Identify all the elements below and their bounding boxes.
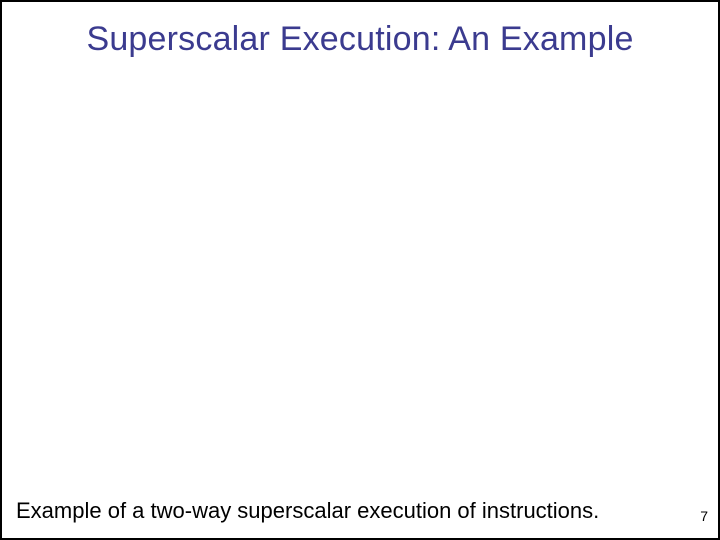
slide-title: Superscalar Execution: An Example [2, 20, 718, 59]
page-number: 7 [700, 508, 708, 524]
slide-frame: Superscalar Execution: An Example Exampl… [0, 0, 720, 540]
slide-caption: Example of a two-way superscalar executi… [16, 498, 599, 524]
